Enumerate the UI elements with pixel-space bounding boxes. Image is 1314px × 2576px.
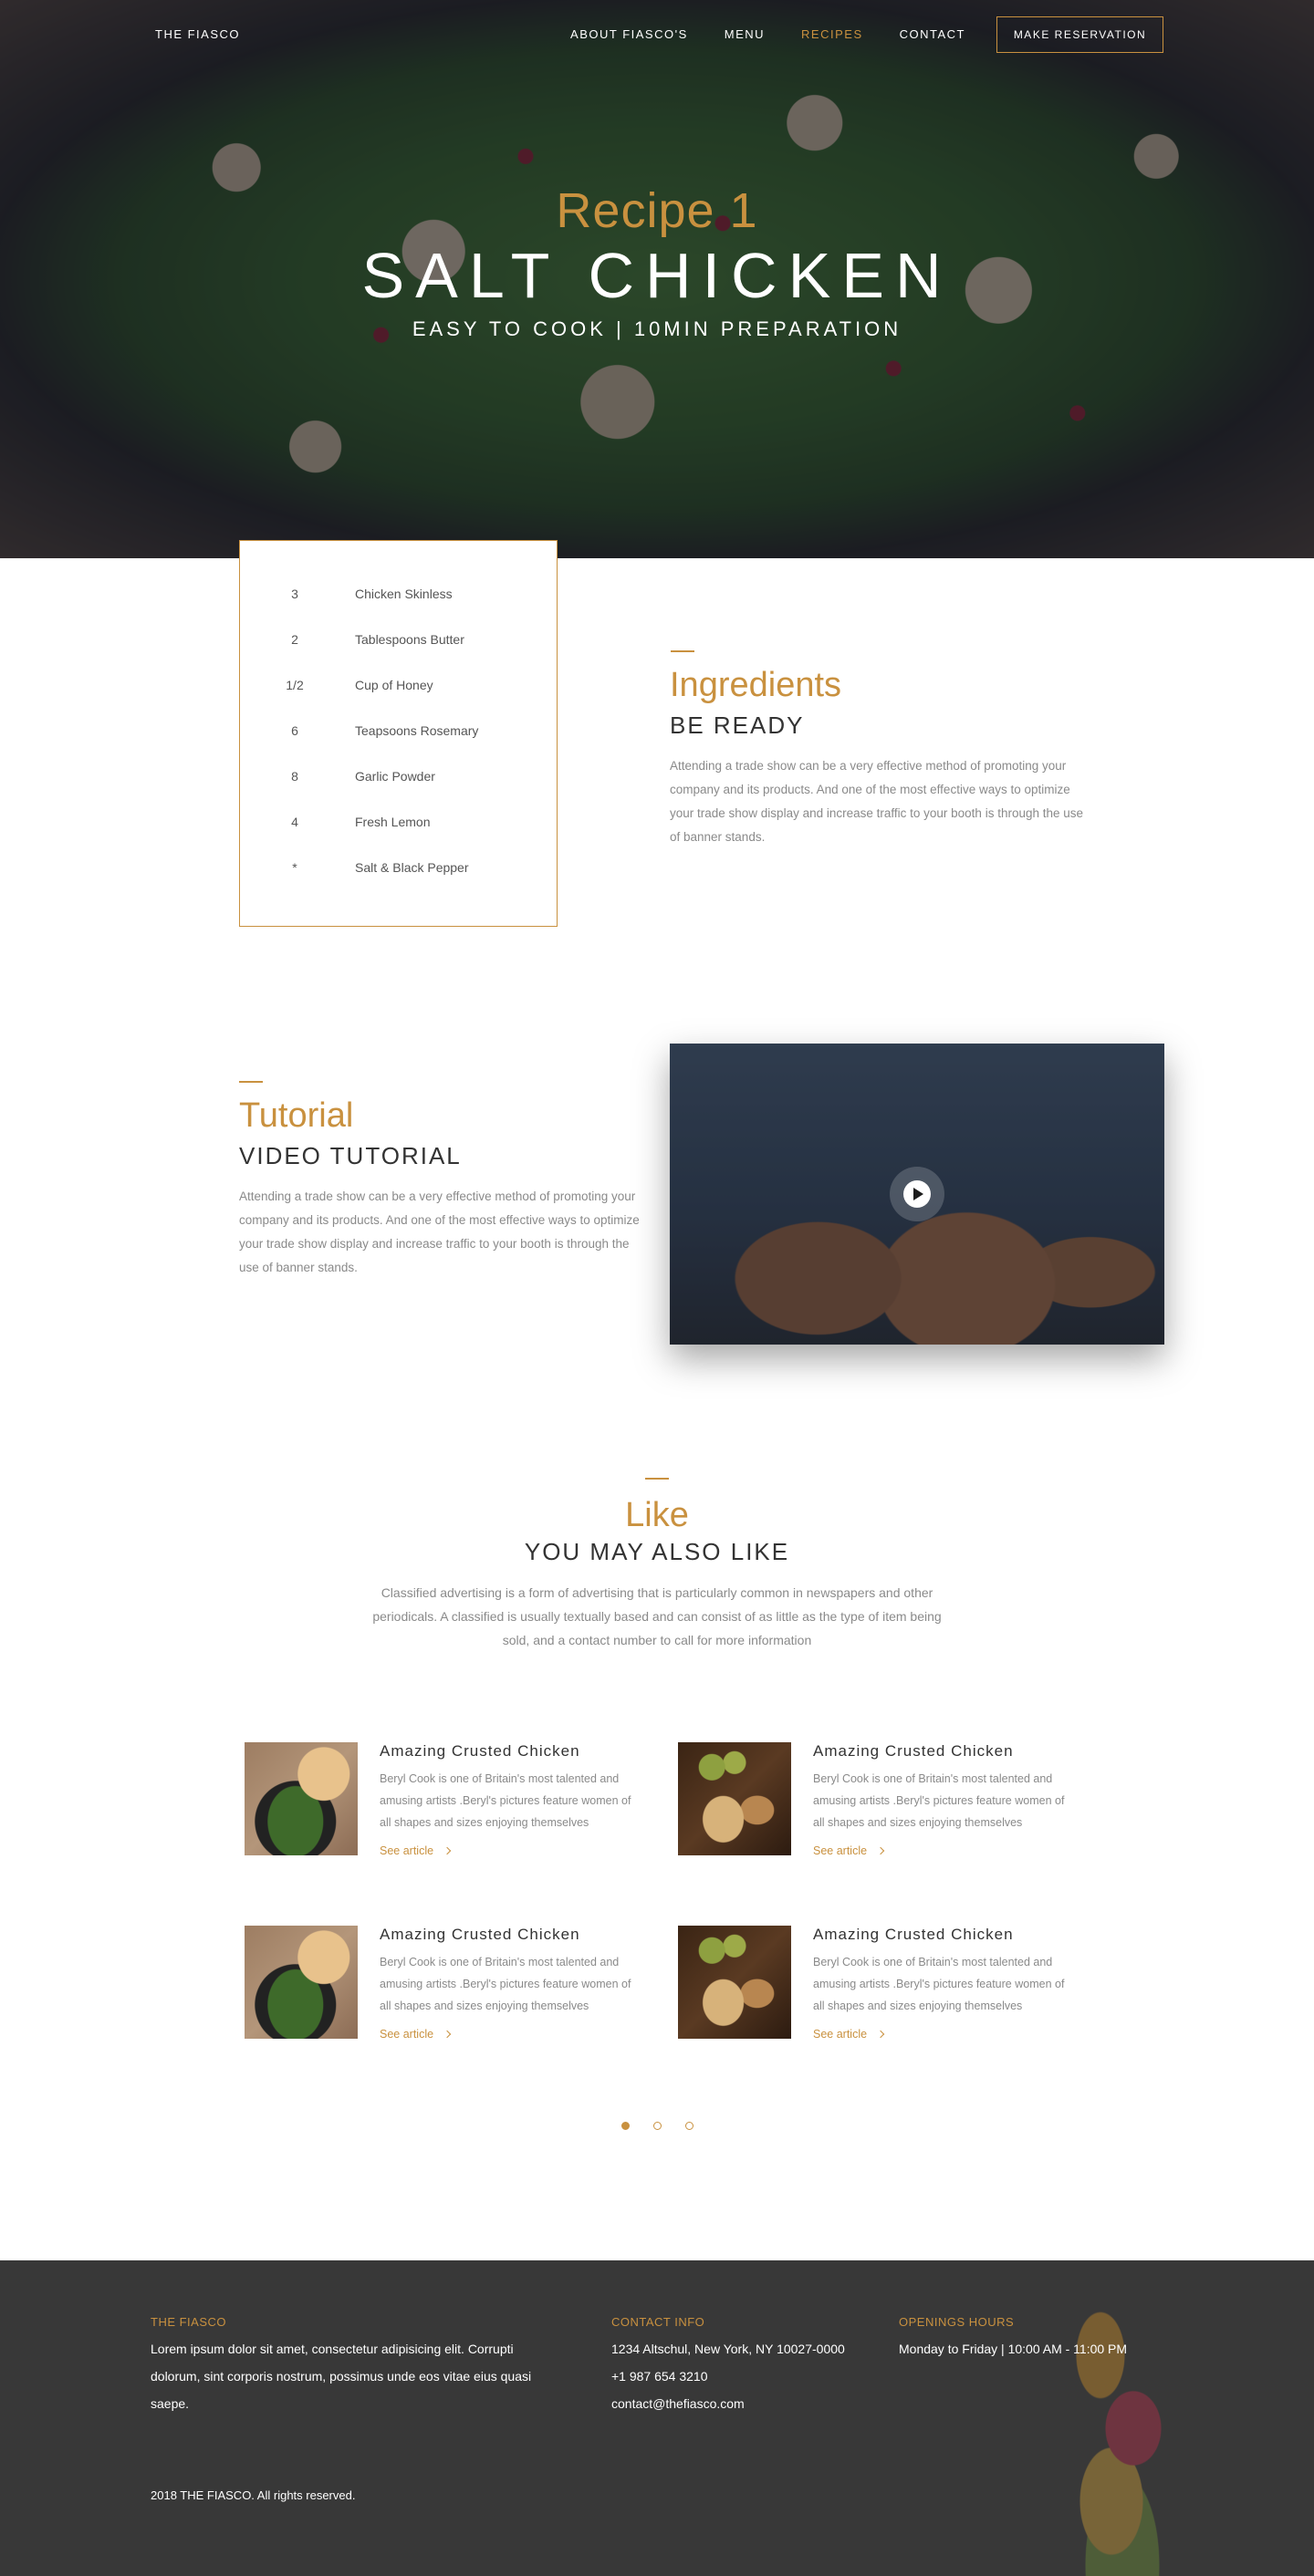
like-kicker: Like (625, 1496, 689, 1534)
ingredients-kicker: Ingredients (670, 666, 842, 704)
recipe-card-description: Beryl Cook is one of Britain's most tale… (813, 1956, 1065, 2012)
ingredient-qty: 2 (291, 632, 298, 647)
see-article-link[interactable]: See article (813, 1844, 885, 1857)
see-article-link[interactable]: See article (813, 2028, 885, 2041)
ingredient-qty: 1/2 (286, 678, 304, 692)
ingredient-name: Salt & Black Pepper (355, 860, 469, 875)
see-article-link[interactable]: See article (380, 2028, 452, 2041)
brand-logo[interactable]: THE FIASCO (155, 27, 240, 41)
hero-text: Recipe 1 SALT CHICKEN EASY TO COOK | 10M… (0, 179, 1314, 341)
ingredient-name: Teapsoons Rosemary (355, 723, 479, 738)
make-reservation-button[interactable]: MAKE RESERVATION (996, 16, 1163, 53)
ingredient-name: Chicken Skinless (355, 587, 453, 601)
ingredient-row: * Salt & Black Pepper (240, 860, 558, 882)
tutorial-title: VIDEO TUTORIAL (239, 1142, 462, 1169)
ingredient-name: Fresh Lemon (355, 815, 431, 829)
recipe-card: Amazing Crusted Chicken Beryl Cook is on… (245, 1742, 646, 1870)
recipe-card-description: Beryl Cook is one of Britain's most tale… (380, 1956, 631, 2012)
nav-link-menu[interactable]: MENU (725, 27, 765, 41)
ingredient-row: 2 Tablespoons Butter (240, 632, 558, 654)
recipe-card-title[interactable]: Amazing Crusted Chicken (813, 1926, 1014, 1944)
recipe-card: Amazing Crusted Chicken Beryl Cook is on… (678, 1926, 1079, 2053)
hero-title: SALT CHICKEN (361, 240, 953, 311)
footer-address: 1234 Altschul, New York, NY 10027-0000 (611, 2342, 845, 2356)
footer-contact-heading: CONTACT INFO (611, 2315, 705, 2329)
like-accent-line (645, 1478, 669, 1480)
chevron-right-icon (443, 1846, 452, 1855)
recipe-card: Amazing Crusted Chicken Beryl Cook is on… (678, 1742, 1079, 1870)
ingredient-qty: 6 (291, 723, 298, 738)
recipe-card-image[interactable] (245, 1742, 358, 1855)
footer-email[interactable]: contact@thefiasco.com (611, 2390, 745, 2417)
carousel-pagination (0, 2122, 1314, 2130)
recipe-card: Amazing Crusted Chicken Beryl Cook is on… (245, 1926, 646, 2053)
footer: THE FIASCO Lorem ipsum dolor sit amet, c… (0, 2260, 1314, 2576)
footer-copyright: 2018 THE FIASCO. All rights reserved. (151, 2488, 356, 2502)
see-article-label: See article (813, 2028, 868, 2041)
page: THE FIASCO ABOUT FIASCO'S MENU RECIPES C… (0, 0, 1314, 2576)
recipe-card-image[interactable] (245, 1926, 358, 2039)
recipe-card-title[interactable]: Amazing Crusted Chicken (813, 1742, 1014, 1761)
top-nav: THE FIASCO ABOUT FIASCO'S MENU RECIPES C… (0, 0, 1314, 69)
play-icon[interactable] (903, 1180, 931, 1208)
ingredients-list: 3 Chicken Skinless 2 Tablespoons Butter … (239, 540, 558, 927)
tutorial-description: Attending a trade show can be a very eff… (239, 1189, 640, 1274)
ingredient-qty: 8 (291, 769, 298, 784)
ingredient-row: 1/2 Cup of Honey (240, 678, 558, 700)
nav-link-recipes[interactable]: RECIPES (801, 27, 863, 41)
tutorial-accent-line (239, 1081, 263, 1083)
see-article-label: See article (380, 2028, 434, 2041)
ingredient-qty: 4 (291, 815, 298, 829)
recipe-card-description: Beryl Cook is one of Britain's most tale… (813, 1772, 1065, 1829)
like-header: Like YOU MAY ALSO LIKE Classified advert… (0, 1478, 1314, 1652)
recipe-card-title[interactable]: Amazing Crusted Chicken (380, 1926, 580, 1944)
chevron-right-icon (443, 2030, 452, 2039)
footer-about-heading: THE FIASCO (151, 2315, 227, 2329)
ingredient-name: Garlic Powder (355, 769, 435, 784)
see-article-link[interactable]: See article (380, 1844, 452, 1857)
ingredients-accent-line (671, 650, 694, 652)
video-player[interactable] (670, 1044, 1164, 1345)
ingredient-qty: 3 (291, 587, 298, 601)
hero-subtitle: EASY TO COOK | 10MIN PREPARATION (412, 317, 902, 340)
footer-hours: Monday to Friday | 10:00 AM - 11:00 PM (899, 2342, 1128, 2356)
ingredient-qty: * (292, 860, 297, 875)
ingredients-title: BE READY (670, 712, 805, 739)
ingredient-name: Tablespoons Butter (355, 632, 464, 647)
footer-phone[interactable]: +1 987 654 3210 (611, 2363, 708, 2390)
footer-about-text: Lorem ipsum dolor sit amet, consectetur … (151, 2342, 532, 2411)
ingredient-row: 3 Chicken Skinless (240, 587, 558, 608)
pagination-dot-3[interactable] (684, 2122, 694, 2130)
see-article-label: See article (380, 1844, 434, 1857)
nav-links: ABOUT FIASCO'S MENU RECIPES CONTACT (570, 27, 965, 41)
ingredient-name: Cup of Honey (355, 678, 433, 692)
chevron-right-icon (876, 2030, 885, 2039)
pagination-dot-2[interactable] (652, 2122, 662, 2130)
recipe-card-description: Beryl Cook is one of Britain's most tale… (380, 1772, 631, 1829)
recipe-card-image[interactable] (678, 1926, 791, 2039)
hero-kicker: Recipe 1 (556, 183, 758, 238)
pagination-dot-1[interactable] (620, 2122, 630, 2130)
ingredients-description: Attending a trade show can be a very eff… (670, 759, 1084, 844)
ingredient-row: 8 Garlic Powder (240, 769, 558, 791)
footer-hours-heading: OPENINGS HOURS (899, 2315, 1015, 2329)
chevron-right-icon (876, 1846, 885, 1855)
nav-link-about[interactable]: ABOUT FIASCO'S (570, 27, 688, 41)
hero-section: THE FIASCO ABOUT FIASCO'S MENU RECIPES C… (0, 0, 1314, 558)
nav-link-contact[interactable]: CONTACT (900, 27, 965, 41)
ingredient-row: 4 Fresh Lemon (240, 815, 558, 836)
tutorial-kicker: Tutorial (239, 1096, 354, 1135)
ingredient-row: 6 Teapsoons Rosemary (240, 723, 558, 745)
see-article-label: See article (813, 1844, 868, 1857)
like-description: Classified advertising is a form of adve… (372, 1585, 942, 1647)
recipe-card-image[interactable] (678, 1742, 791, 1855)
recipe-card-title[interactable]: Amazing Crusted Chicken (380, 1742, 580, 1761)
like-title: YOU MAY ALSO LIKE (524, 1538, 790, 1565)
